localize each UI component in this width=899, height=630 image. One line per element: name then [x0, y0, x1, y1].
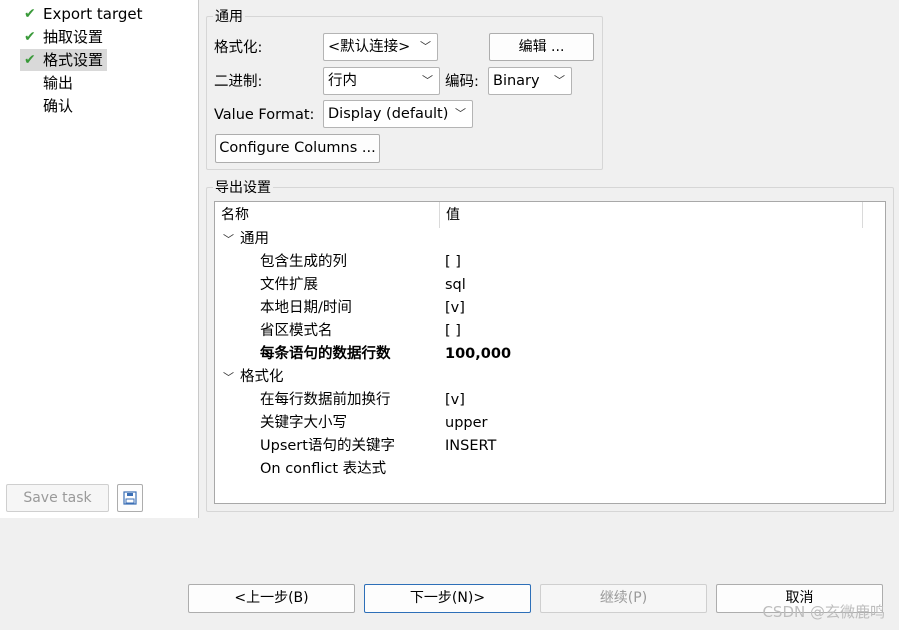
chevron-down-icon[interactable]: ﹀: [223, 228, 234, 251]
binary-select[interactable]: 行内 ﹀: [323, 67, 440, 95]
continue-button[interactable]: 继续(P): [540, 584, 707, 613]
binary-select-value: 行内: [328, 73, 357, 89]
chevron-down-icon: ﹀: [554, 74, 565, 87]
property-value[interactable]: [ ]: [445, 251, 461, 274]
chevron-down-icon: ﹀: [420, 40, 431, 53]
nav-item-label: 抽取设置: [43, 28, 104, 46]
back-button[interactable]: <上一步(B): [188, 584, 355, 613]
column-header-name[interactable]: 名称: [221, 202, 249, 228]
property-value[interactable]: [v]: [445, 389, 465, 412]
save-task-button[interactable]: Save task: [6, 484, 109, 512]
nav-item-confirm[interactable]: 确认: [20, 95, 77, 117]
column-header-value[interactable]: 值: [446, 202, 460, 228]
encoding-label: 编码:: [445, 74, 479, 90]
general-group-title: 通用: [215, 9, 243, 25]
nav-item-label: 格式设置: [43, 51, 104, 69]
export-settings-title: 导出设置: [215, 180, 271, 196]
configure-columns-button[interactable]: Configure Columns ...: [215, 134, 380, 163]
column-divider[interactable]: [439, 202, 440, 228]
export-properties-table[interactable]: 名称 值 ﹀ 通用 包含生成的列 [ ] 文件扩展 sql 本地日期/时间 [v…: [214, 201, 886, 504]
nav-item-extract-settings[interactable]: ✔ 抽取设置: [20, 26, 107, 48]
property-value[interactable]: upper: [445, 412, 487, 435]
wizard-steps-panel: ✔ Export target ✔ 抽取设置 ✔ 格式设置 输出 确认 Save…: [0, 0, 199, 518]
table-row[interactable]: 在每行数据前加换行 [v]: [215, 389, 885, 412]
check-icon: ✔: [24, 29, 36, 45]
format-settings-page: 通用 格式化: <默认连接> ﹀ 编辑 ... 二进制: 行内 ﹀ 编码: Bi…: [200, 0, 899, 518]
nav-item-label: Export target: [43, 5, 143, 23]
save-task-icon-button[interactable]: [117, 484, 143, 512]
nav-item-label: 确认: [43, 97, 74, 115]
binary-label: 二进制:: [214, 74, 263, 90]
format-select-value: <默认连接>: [328, 39, 411, 55]
group-name: 通用: [240, 231, 269, 247]
table-row[interactable]: Upsert语句的关键字 INSERT: [215, 435, 885, 458]
group-name: 格式化: [240, 369, 284, 385]
encoding-select[interactable]: Binary ﹀: [488, 67, 572, 95]
property-name: 文件扩展: [260, 277, 318, 293]
property-name: On conflict 表达式: [260, 461, 387, 477]
column-divider[interactable]: [862, 202, 863, 228]
table-row[interactable]: 本地日期/时间 [v]: [215, 297, 885, 320]
chevron-down-icon[interactable]: ﹀: [223, 366, 234, 389]
format-label: 格式化:: [214, 40, 263, 56]
property-value[interactable]: sql: [445, 274, 466, 297]
nav-item-format-settings[interactable]: ✔ 格式设置: [20, 49, 108, 71]
nav-item-label: 输出: [43, 74, 74, 92]
property-name: 本地日期/时间: [260, 300, 352, 316]
wizard-button-bar: <上一步(B) 下一步(N)> 继续(P) 取消 CSDN @玄微鹿鸣: [0, 519, 899, 630]
value-format-label: Value Format:: [214, 107, 315, 123]
chevron-down-icon: ﹀: [422, 74, 433, 87]
property-value[interactable]: 100,000: [445, 343, 511, 366]
nav-item-export-target[interactable]: ✔ Export target: [20, 3, 146, 25]
table-row[interactable]: 文件扩展 sql: [215, 274, 885, 297]
edit-format-button[interactable]: 编辑 ...: [489, 33, 594, 61]
table-row[interactable]: 关键字大小写 upper: [215, 412, 885, 435]
table-row[interactable]: 每条语句的数据行数 100,000: [215, 343, 885, 366]
check-icon: ✔: [24, 52, 36, 68]
encoding-select-value: Binary: [493, 73, 540, 89]
table-row[interactable]: On conflict 表达式: [215, 458, 885, 481]
table-row[interactable]: 包含生成的列 [ ]: [215, 251, 885, 274]
property-name: 关键字大小写: [260, 415, 347, 431]
property-name: Upsert语句的关键字: [260, 438, 395, 454]
watermark-text: CSDN @玄微鹿鸣: [762, 603, 885, 621]
value-format-select[interactable]: Display (default) ﹀: [323, 100, 473, 128]
save-task-icon: [123, 491, 137, 505]
format-select[interactable]: <默认连接> ﹀: [323, 33, 438, 61]
property-value[interactable]: [v]: [445, 297, 465, 320]
property-name: 在每行数据前加换行: [260, 392, 391, 408]
value-format-select-value: Display (default): [328, 106, 449, 122]
next-button[interactable]: 下一步(N)>: [364, 584, 531, 613]
chevron-down-icon: ﹀: [455, 107, 466, 120]
property-value[interactable]: [ ]: [445, 320, 461, 343]
property-name: 每条语句的数据行数: [260, 346, 391, 362]
property-name: 包含生成的列: [260, 254, 347, 270]
check-icon: ✔: [24, 6, 36, 22]
property-value[interactable]: INSERT: [445, 435, 496, 458]
nav-item-output[interactable]: 输出: [20, 72, 77, 94]
table-row[interactable]: 省区模式名 [ ]: [215, 320, 885, 343]
property-name: 省区模式名: [260, 323, 333, 339]
